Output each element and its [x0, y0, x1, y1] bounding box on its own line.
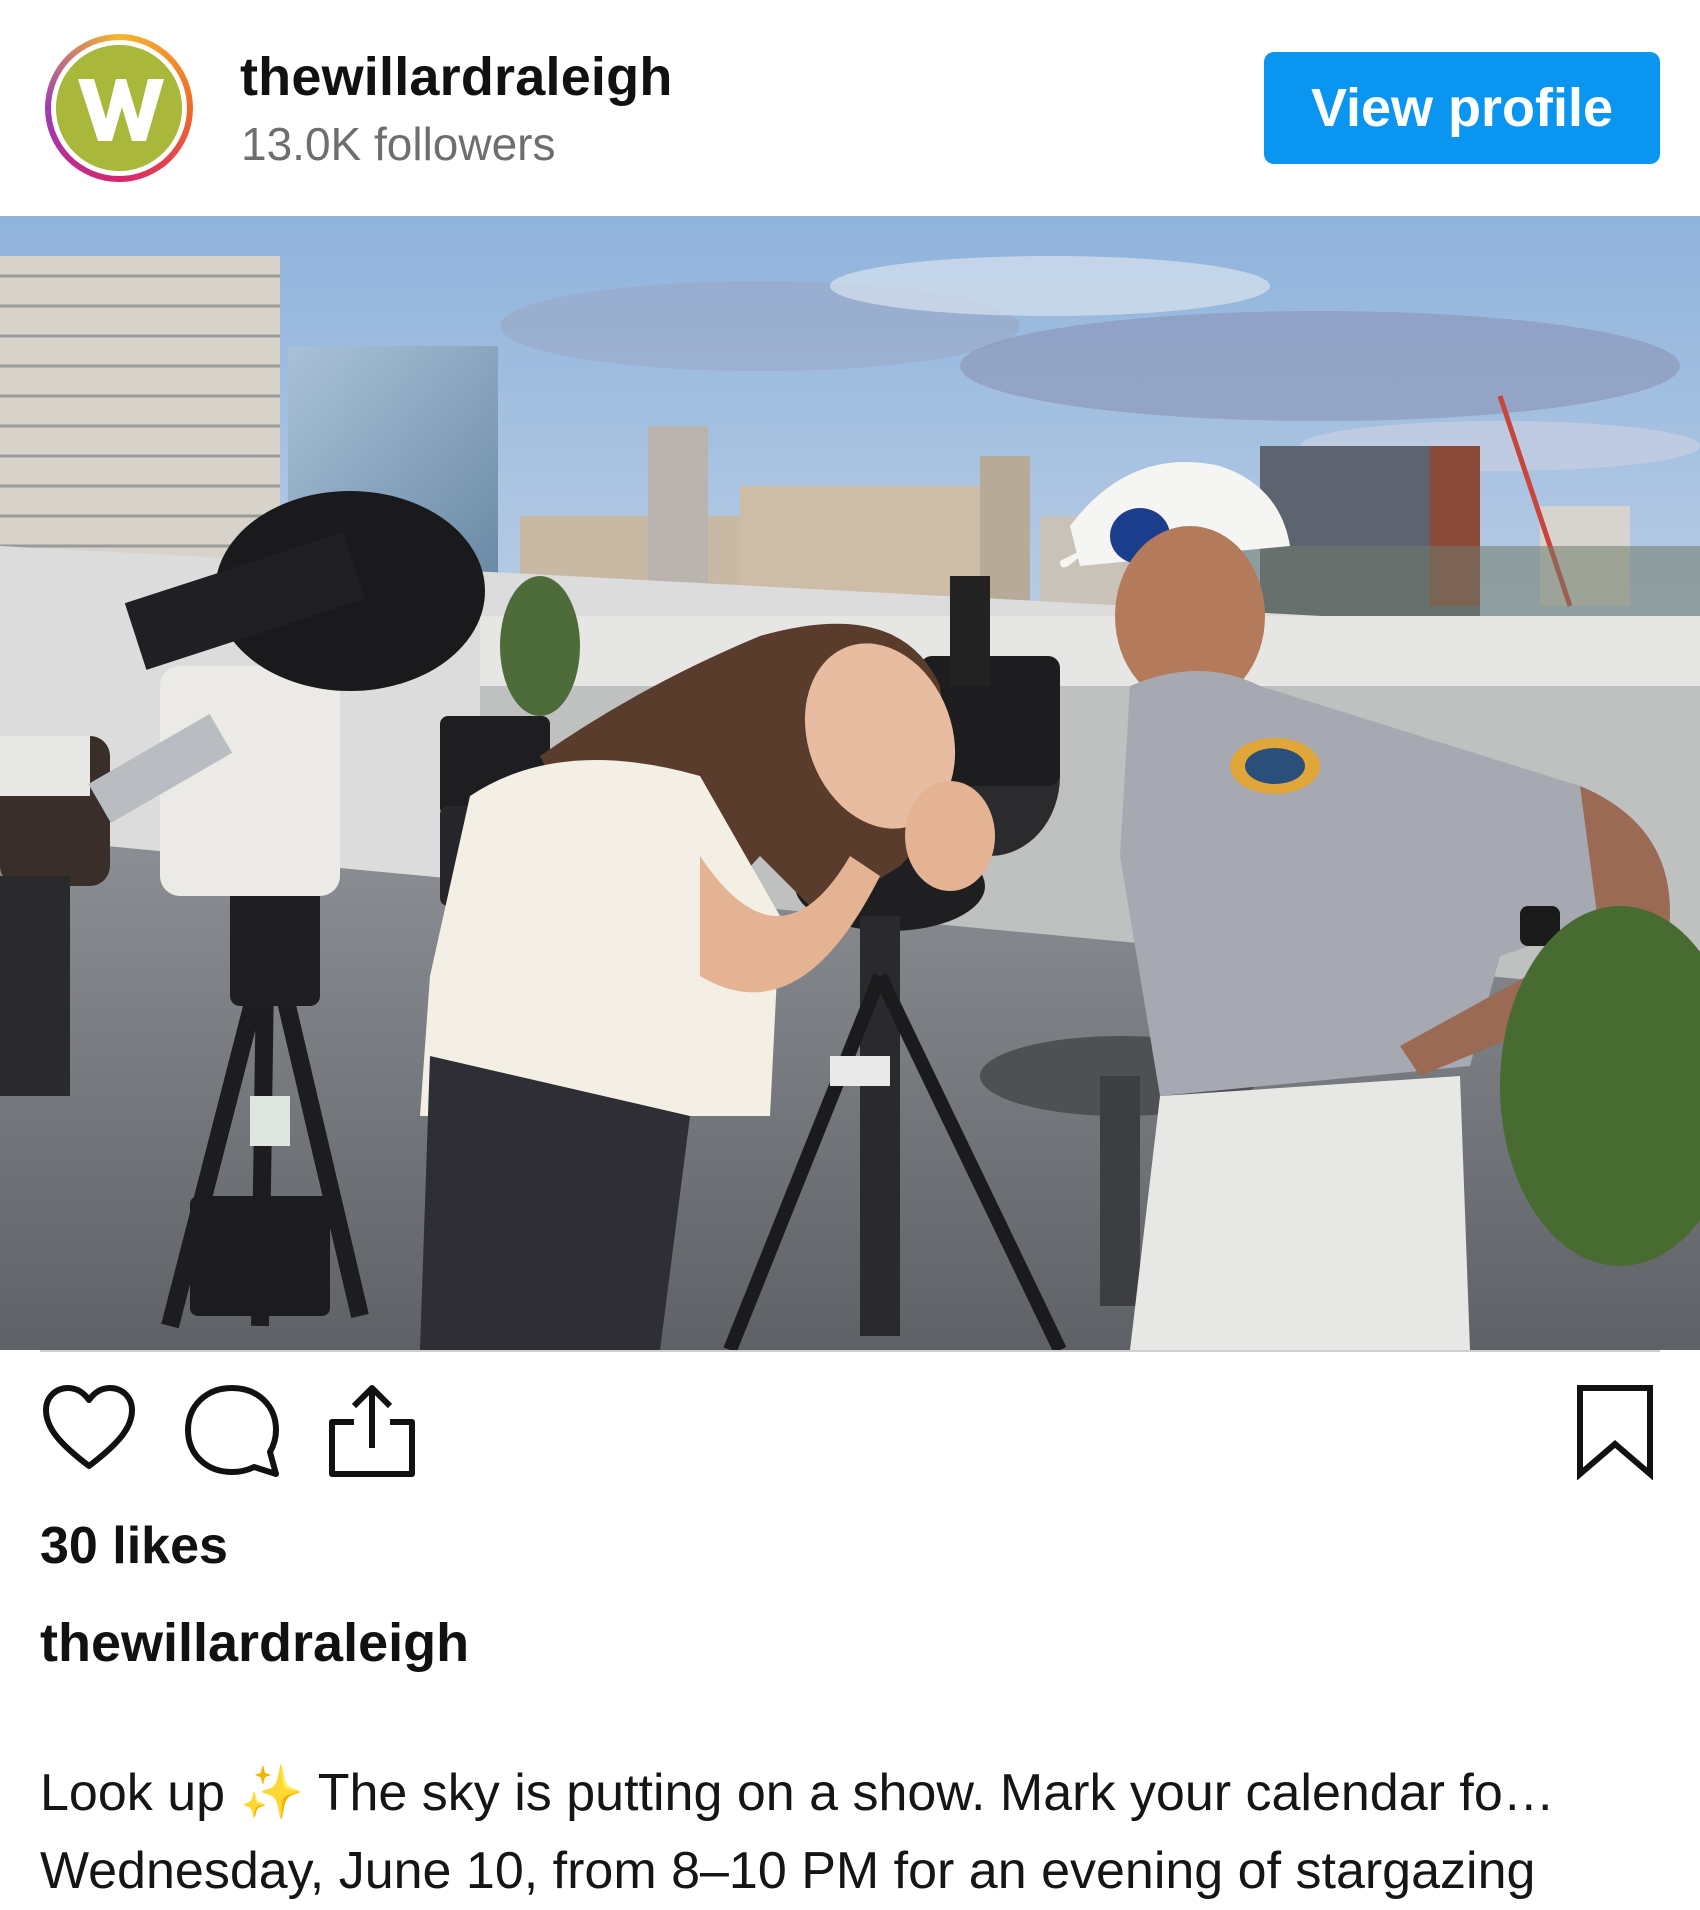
avatar[interactable] — [45, 34, 193, 182]
comment-icon — [185, 1385, 279, 1477]
caption-line: Wednesday, June 10, from 8–10 PM for an … — [40, 1842, 1536, 1900]
follower-count: 13.0K followers — [241, 118, 556, 170]
heart-icon — [43, 1385, 135, 1469]
bookmark-icon — [1577, 1385, 1653, 1481]
comment-button[interactable] — [182, 1382, 282, 1485]
post-caption: Look up ✨ The sky is putting on a show. … — [40, 1754, 1660, 1910]
like-count: 30 likes — [40, 1517, 228, 1575]
post-header: thewillardraleigh 13.0K followers View p… — [0, 0, 1700, 216]
image-divider — [40, 1350, 1660, 1352]
post-image[interactable] — [0, 216, 1700, 1350]
willard-logo-icon — [56, 45, 182, 171]
caption-username[interactable]: thewillardraleigh — [40, 1612, 469, 1674]
view-profile-button[interactable]: View profile — [1264, 52, 1660, 164]
share-button[interactable] — [326, 1382, 418, 1485]
share-icon — [329, 1385, 415, 1477]
save-button[interactable] — [1574, 1382, 1656, 1485]
profile-username[interactable]: thewillardraleigh — [240, 46, 673, 108]
caption-line: Look up ✨ The sky is putting on a show. … — [40, 1764, 1555, 1822]
like-button[interactable] — [40, 1382, 138, 1483]
